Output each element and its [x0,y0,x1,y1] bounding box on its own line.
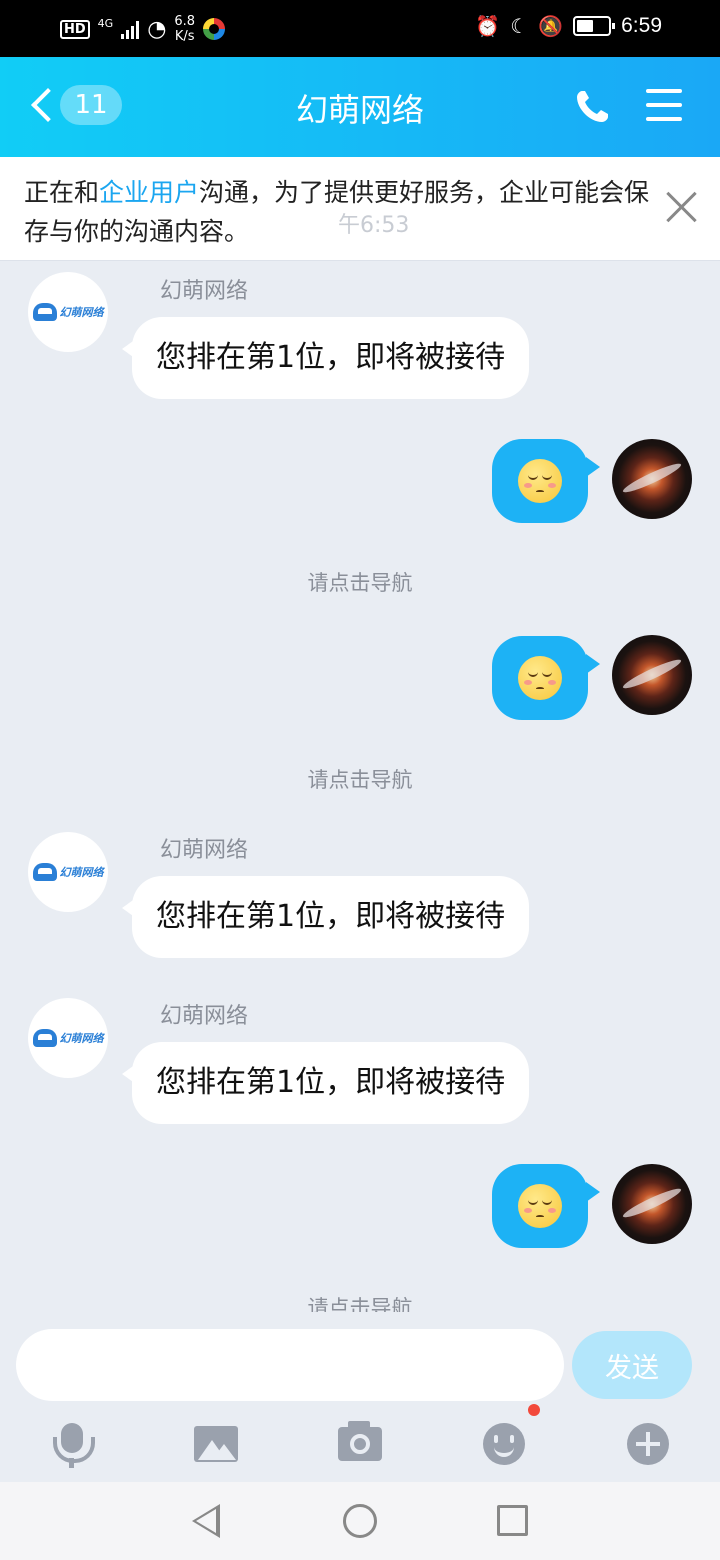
new-dot-badge [528,1404,540,1416]
logo-text: 幻萌网络 [59,1032,104,1045]
logo-mark-icon [32,863,57,881]
nav-back-icon[interactable] [190,1504,222,1538]
outgoing-emoji-bubble[interactable] [492,1164,600,1248]
image-icon[interactable] [186,1414,246,1474]
outgoing-emoji-bubble[interactable] [492,439,600,523]
system-navigation-bar [0,1482,720,1560]
outgoing-emoji-bubble[interactable] [492,636,600,720]
phone-icon[interactable] [572,87,612,127]
camera-icon[interactable] [330,1414,390,1474]
sender-name: 幻萌网络 [160,1004,249,1029]
message-input[interactable] [16,1329,564,1401]
incoming-message-bubble[interactable]: 您排在第1位，即将被接待 [121,317,530,399]
status-time: 6:59 [621,14,662,37]
incoming-message-bubble[interactable]: 您排在第1位，即将被接待 [121,1042,530,1124]
shy-face-emoji-icon [518,459,562,503]
alarm-icon: ⏰ [475,14,501,38]
moon-icon: ☾ [510,14,529,38]
shy-face-emoji-icon [518,656,562,700]
sender-name: 幻萌网络 [160,838,249,863]
user-avatar[interactable] [612,635,692,715]
plus-icon[interactable] [618,1414,678,1474]
faded-timestamp: 午6:53 [338,213,410,238]
logo-text: 幻萌网络 [59,866,104,879]
navigation-hint: 请点击导航 [307,768,413,792]
mute-icon: 🔕 [538,14,564,38]
battery-icon [573,16,616,36]
logo-mark-icon [32,1029,57,1047]
nav-home-icon[interactable] [343,1504,377,1538]
chat-title: 幻萌网络 [295,91,424,129]
logo-text: 幻萌网络 [59,306,104,319]
user-avatar[interactable] [612,439,692,519]
enterprise-user-link[interactable]: 企业用户 [99,178,199,207]
company-logo: 幻萌网络 [32,863,104,881]
company-logo: 幻萌网络 [32,1029,104,1047]
input-toolbar [0,1404,720,1474]
agent-avatar[interactable]: 幻萌网络 [28,998,108,1078]
status-bar: HD 4G ◔ 6.8 K/s ⏰ ☾ 🔕 6:59 [0,0,720,57]
emoji-icon[interactable] [474,1414,534,1474]
incoming-message-bubble[interactable]: 您排在第1位，即将被接待 [121,876,530,958]
hd-indicator: HD [60,19,90,39]
network-speed-value: 6.8 [174,14,196,29]
logo-mark-icon [32,303,57,321]
network-speed-unit: K/s [174,29,195,44]
nav-recent-apps-icon[interactable] [497,1505,528,1536]
shy-face-emoji-icon [518,1184,562,1228]
company-logo: 幻萌网络 [32,303,104,321]
microphone-icon[interactable] [42,1414,102,1474]
chat-header: 11 幻萌网络 [0,57,720,157]
menu-icon[interactable] [646,89,682,121]
agent-avatar[interactable]: 幻萌网络 [28,272,108,352]
privacy-notice: 正在和企业用户沟通，为了提供更好服务，企业可能会保存与你的沟通内容。 午6:53 [0,157,720,261]
sender-name: 幻萌网络 [160,279,249,304]
network-type: 4G [97,16,114,30]
navigation-hint: 请点击导航 [307,1296,413,1312]
notice-text-before: 正在和 [24,178,100,207]
user-avatar[interactable] [612,1164,692,1244]
wifi-icon: ◔ [147,16,167,42]
navigation-hint: 请点击导航 [307,571,413,595]
signal-icon [121,19,140,39]
close-icon[interactable] [664,189,700,225]
app-notification-icon [203,18,226,40]
agent-avatar[interactable]: 幻萌网络 [28,832,108,912]
input-area: 发送 [0,1312,720,1482]
send-button[interactable]: 发送 [572,1331,692,1399]
network-speed: 6.8 K/s [174,14,195,44]
